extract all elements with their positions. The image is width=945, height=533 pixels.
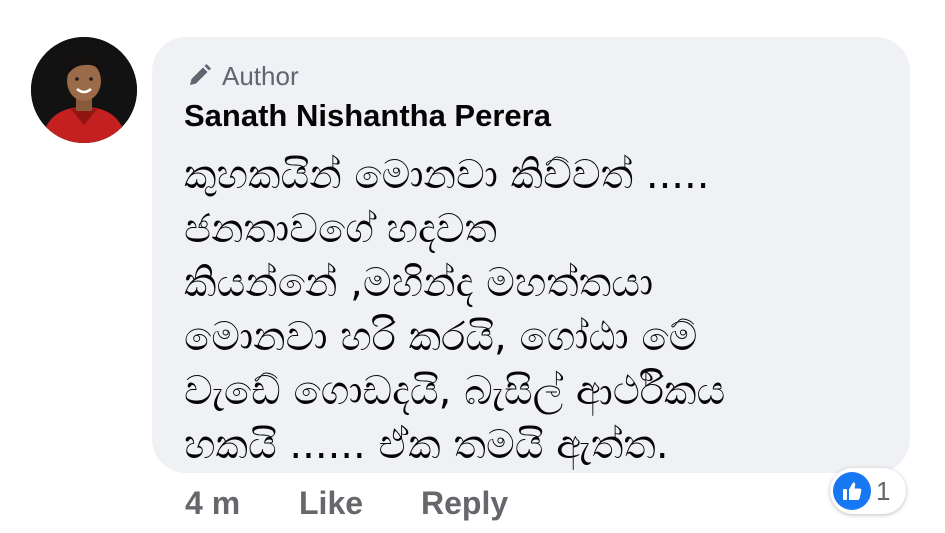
like-thumb-icon — [833, 472, 871, 510]
comment-line: ජනතාවගේ හදවත — [184, 206, 497, 252]
commenter-name[interactable]: Sanath Nishantha Perera — [184, 96, 551, 136]
author-badge: Author — [186, 60, 299, 92]
reaction-summary[interactable]: 1 — [830, 468, 906, 514]
comment-line: කුහකයින් මොනවා කිව්වත් ..... — [184, 152, 710, 198]
like-button[interactable]: Like — [299, 483, 363, 523]
reply-button[interactable]: Reply — [421, 483, 508, 523]
reaction-count: 1 — [876, 476, 891, 506]
comment-line: වැඩේ ගොඩදයි, බැසිල් ආර්ථිකය — [184, 368, 726, 414]
comment-line: මොනවා හරි කරයි, ගෝඨා මේ — [184, 314, 698, 360]
avatar[interactable] — [31, 37, 137, 143]
pencil-icon — [190, 64, 211, 85]
thumbs-up-icon — [843, 482, 862, 500]
comment-line: හකයි ...... ඒක තමයි ඇත්ත. — [184, 422, 669, 468]
timestamp-link[interactable]: 4 m — [185, 483, 240, 523]
author-badge-label: Author — [222, 61, 299, 91]
comment-line: කියන්නේ ,මහින්ද මහත්තයා — [184, 260, 654, 306]
comment-text: කුහකයින් මොනවා කිව්වත් ..... ජනතාවගේ හදව… — [184, 148, 884, 472]
profile-photo — [31, 37, 137, 143]
